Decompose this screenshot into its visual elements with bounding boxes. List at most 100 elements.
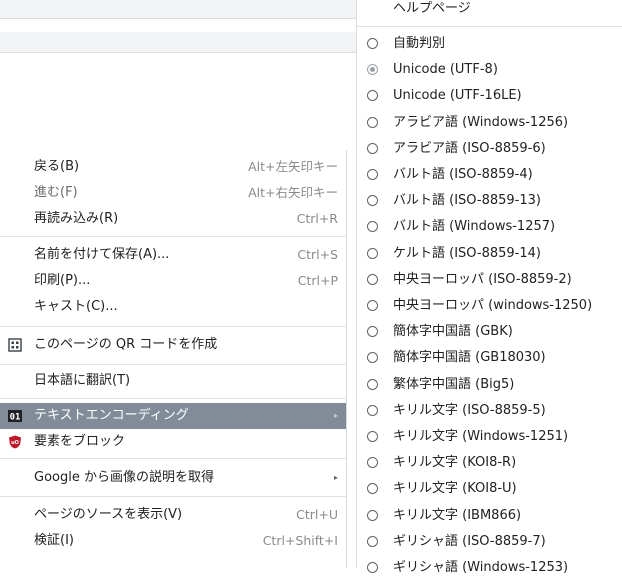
encoding-option-label: 簡体字中国語 (GB18030) bbox=[393, 350, 546, 366]
menu-separator bbox=[0, 236, 346, 237]
encoding-option[interactable]: ケルト語 (ISO-8859-14) bbox=[357, 241, 622, 267]
menu-item-shortcut: Ctrl+R bbox=[296, 211, 338, 226]
radio-icon bbox=[367, 326, 378, 338]
encoding-option-label: キリル文字 (IBM866) bbox=[393, 507, 522, 523]
menu-item-reload[interactable]: 再読み込み(R) Ctrl+R bbox=[0, 206, 346, 232]
menu-item-label: Google から画像の説明を取得 bbox=[34, 470, 214, 485]
encoding-option[interactable]: アラビア語 (ISO-8859-6) bbox=[357, 136, 622, 162]
menu-separator bbox=[0, 458, 346, 459]
radio-icon bbox=[367, 300, 378, 311]
menu-item-label: 進む(F) bbox=[34, 185, 78, 200]
encoding-option-label: キリル文字 (KOI8-U) bbox=[393, 481, 517, 497]
radio-icon bbox=[367, 169, 378, 180]
encoding-option-label: ギリシャ語 (Windows-1253) bbox=[393, 560, 569, 575]
encoding-option-label: Unicode (UTF-8) bbox=[393, 62, 498, 78]
menu-separator bbox=[0, 364, 346, 365]
menu-item-google-image-description[interactable]: Google から画像の説明を取得 ▸ bbox=[0, 465, 346, 491]
menu-separator bbox=[0, 496, 346, 497]
ublock-icon: uO bbox=[9, 435, 21, 449]
encoding-option[interactable]: キリル文字 (KOI8-U) bbox=[357, 476, 622, 502]
menu-item-shortcut: Ctrl+S bbox=[297, 247, 338, 262]
encoding-option[interactable]: ギリシャ語 (ISO-8859-7) bbox=[357, 529, 622, 555]
encoding-option-label: 中央ヨーロッパ (ISO-8859-2) bbox=[393, 271, 572, 287]
menu-item-label: 要素をブロック bbox=[34, 434, 126, 449]
encoding-option[interactable]: バルト語 (ISO-8859-13) bbox=[357, 188, 622, 214]
encoding-option[interactable]: 中央ヨーロッパ (ISO-8859-2) bbox=[357, 267, 622, 293]
encoding-option[interactable]: キリル文字 (Windows-1251) bbox=[357, 424, 622, 450]
qr-code-icon bbox=[8, 338, 22, 352]
menu-item-forward[interactable]: 進む(F) Alt+右矢印キー bbox=[0, 180, 346, 206]
encoding-option-label: アラビア語 (Windows-1256) bbox=[393, 114, 569, 130]
menu-item-back[interactable]: 戻る(B) Alt+左矢印キー bbox=[0, 154, 346, 180]
encoding-option-label: キリル文字 (ISO-8859-5) bbox=[393, 402, 546, 418]
menu-item-save-as[interactable]: 名前を付けて保存(A)... Ctrl+S bbox=[0, 242, 346, 268]
encoding-option-label: ケルト語 (ISO-8859-14) bbox=[393, 245, 541, 261]
menu-item-label: 日本語に翻訳(T) bbox=[34, 373, 131, 388]
menu-item-label: 再読み込み(R) bbox=[34, 211, 119, 226]
radio-icon bbox=[367, 431, 378, 442]
radio-icon bbox=[367, 273, 378, 285]
radio-icon bbox=[367, 38, 378, 49]
menu-item-block-element[interactable]: uO 要素をブロック bbox=[0, 429, 346, 455]
menu-item-shortcut: Alt+左矢印キー bbox=[248, 159, 338, 174]
encoding-option[interactable]: バルト語 (ISO-8859-4) bbox=[357, 162, 622, 188]
menu-item-text-encoding[interactable]: 01 テキストエンコーディング ▸ bbox=[0, 403, 346, 429]
menu-item-label: 検証(I) bbox=[34, 533, 74, 548]
encoding-option[interactable]: 簡体字中国語 (GBK) bbox=[357, 319, 622, 345]
encoding-option[interactable]: 繁体字中国語 (Big5) bbox=[357, 372, 622, 398]
encoding-option[interactable]: 簡体字中国語 (GB18030) bbox=[357, 345, 622, 371]
submenu-arrow-icon: ▸ bbox=[333, 473, 338, 482]
encoding-option[interactable]: ギリシャ語 (Windows-1253) bbox=[357, 555, 622, 581]
menu-item-label: このページの QR コードを作成 bbox=[34, 337, 218, 352]
radio-icon bbox=[367, 457, 378, 469]
encoding-option-label: 繁体字中国語 (Big5) bbox=[393, 376, 515, 392]
radio-icon bbox=[367, 142, 378, 154]
menu-item-label: 名前を付けて保存(A)... bbox=[34, 247, 170, 262]
menu-item-label: 印刷(P)... bbox=[34, 273, 91, 288]
encoding-option[interactable]: 中央ヨーロッパ (windows-1250) bbox=[357, 293, 622, 319]
encoding-option-label: 簡体字中国語 (GBK) bbox=[393, 324, 513, 340]
menu-item-label: テキストエンコーディング bbox=[34, 408, 189, 423]
menu-item-create-qr[interactable]: このページの QR コードを作成 bbox=[0, 332, 346, 358]
encoding-option[interactable]: キリル文字 (ISO-8859-5) bbox=[357, 398, 622, 424]
menu-item-shortcut: Ctrl+Shift+I bbox=[262, 533, 338, 548]
encoding-option-label: キリル文字 (KOI8-R) bbox=[393, 455, 517, 471]
encoding-option[interactable]: キリル文字 (KOI8-R) bbox=[357, 450, 622, 476]
radio-icon bbox=[367, 195, 378, 207]
radio-icon bbox=[367, 90, 378, 102]
menu-item-label: 戻る(B) bbox=[34, 159, 80, 174]
encoding-option[interactable]: バルト語 (Windows-1257) bbox=[357, 214, 622, 240]
encoding-option-label: アラビア語 (ISO-8859-6) bbox=[393, 140, 546, 156]
radio-icon bbox=[367, 247, 378, 259]
encoding-option-label: バルト語 (ISO-8859-4) bbox=[393, 167, 533, 182]
menu-item-print[interactable]: 印刷(P)... Ctrl+P bbox=[0, 268, 346, 294]
radio-checked-icon bbox=[367, 64, 378, 76]
menu-item-inspect[interactable]: 検証(I) Ctrl+Shift+I bbox=[0, 528, 346, 554]
help-page-item[interactable]: ヘルプページ bbox=[393, 0, 471, 22]
radio-icon bbox=[367, 509, 378, 521]
radio-icon bbox=[367, 352, 378, 364]
menu-item-view-source[interactable]: ページのソースを表示(V) Ctrl+U bbox=[0, 502, 346, 528]
encoding-submenu: ヘルプページ 自動判別 Unicode (UTF-8) Unicode (UTF-1… bbox=[356, 0, 622, 575]
menu-item-label: キャスト(C)... bbox=[34, 299, 118, 314]
menu-separator bbox=[0, 398, 346, 399]
encoding-option[interactable]: Unicode (UTF-8) bbox=[357, 57, 622, 83]
radio-icon bbox=[367, 116, 378, 128]
menu-item-label: ページのソースを表示(V) bbox=[34, 507, 183, 522]
menu-item-shortcut: Alt+右矢印キー bbox=[248, 185, 338, 200]
encoding-option[interactable]: 自動判別 bbox=[357, 31, 622, 57]
radio-icon bbox=[367, 483, 378, 495]
radio-icon bbox=[367, 378, 378, 390]
encoding-option[interactable]: Unicode (UTF-16LE) bbox=[357, 83, 622, 109]
menu-item-cast[interactable]: キャスト(C)... bbox=[0, 294, 346, 320]
context-menu: 戻る(B) Alt+左矢印キー 進む(F) Alt+右矢印キー 再読み込み(R)… bbox=[0, 150, 347, 568]
encoding-option-label: 自動判別 bbox=[393, 36, 446, 51]
encoding-option[interactable]: キリル文字 (IBM866) bbox=[357, 503, 622, 529]
encoding-option-label: ギリシャ語 (ISO-8859-7) bbox=[393, 533, 546, 549]
menu-item-translate[interactable]: 日本語に翻訳(T) bbox=[0, 368, 346, 394]
menu-item-shortcut: Ctrl+P bbox=[297, 273, 338, 288]
encoding-option[interactable]: アラビア語 (Windows-1256) bbox=[357, 110, 622, 136]
svg-text:01: 01 bbox=[10, 413, 21, 423]
radio-icon bbox=[367, 535, 378, 547]
submenu-arrow-icon: ▸ bbox=[333, 411, 338, 420]
